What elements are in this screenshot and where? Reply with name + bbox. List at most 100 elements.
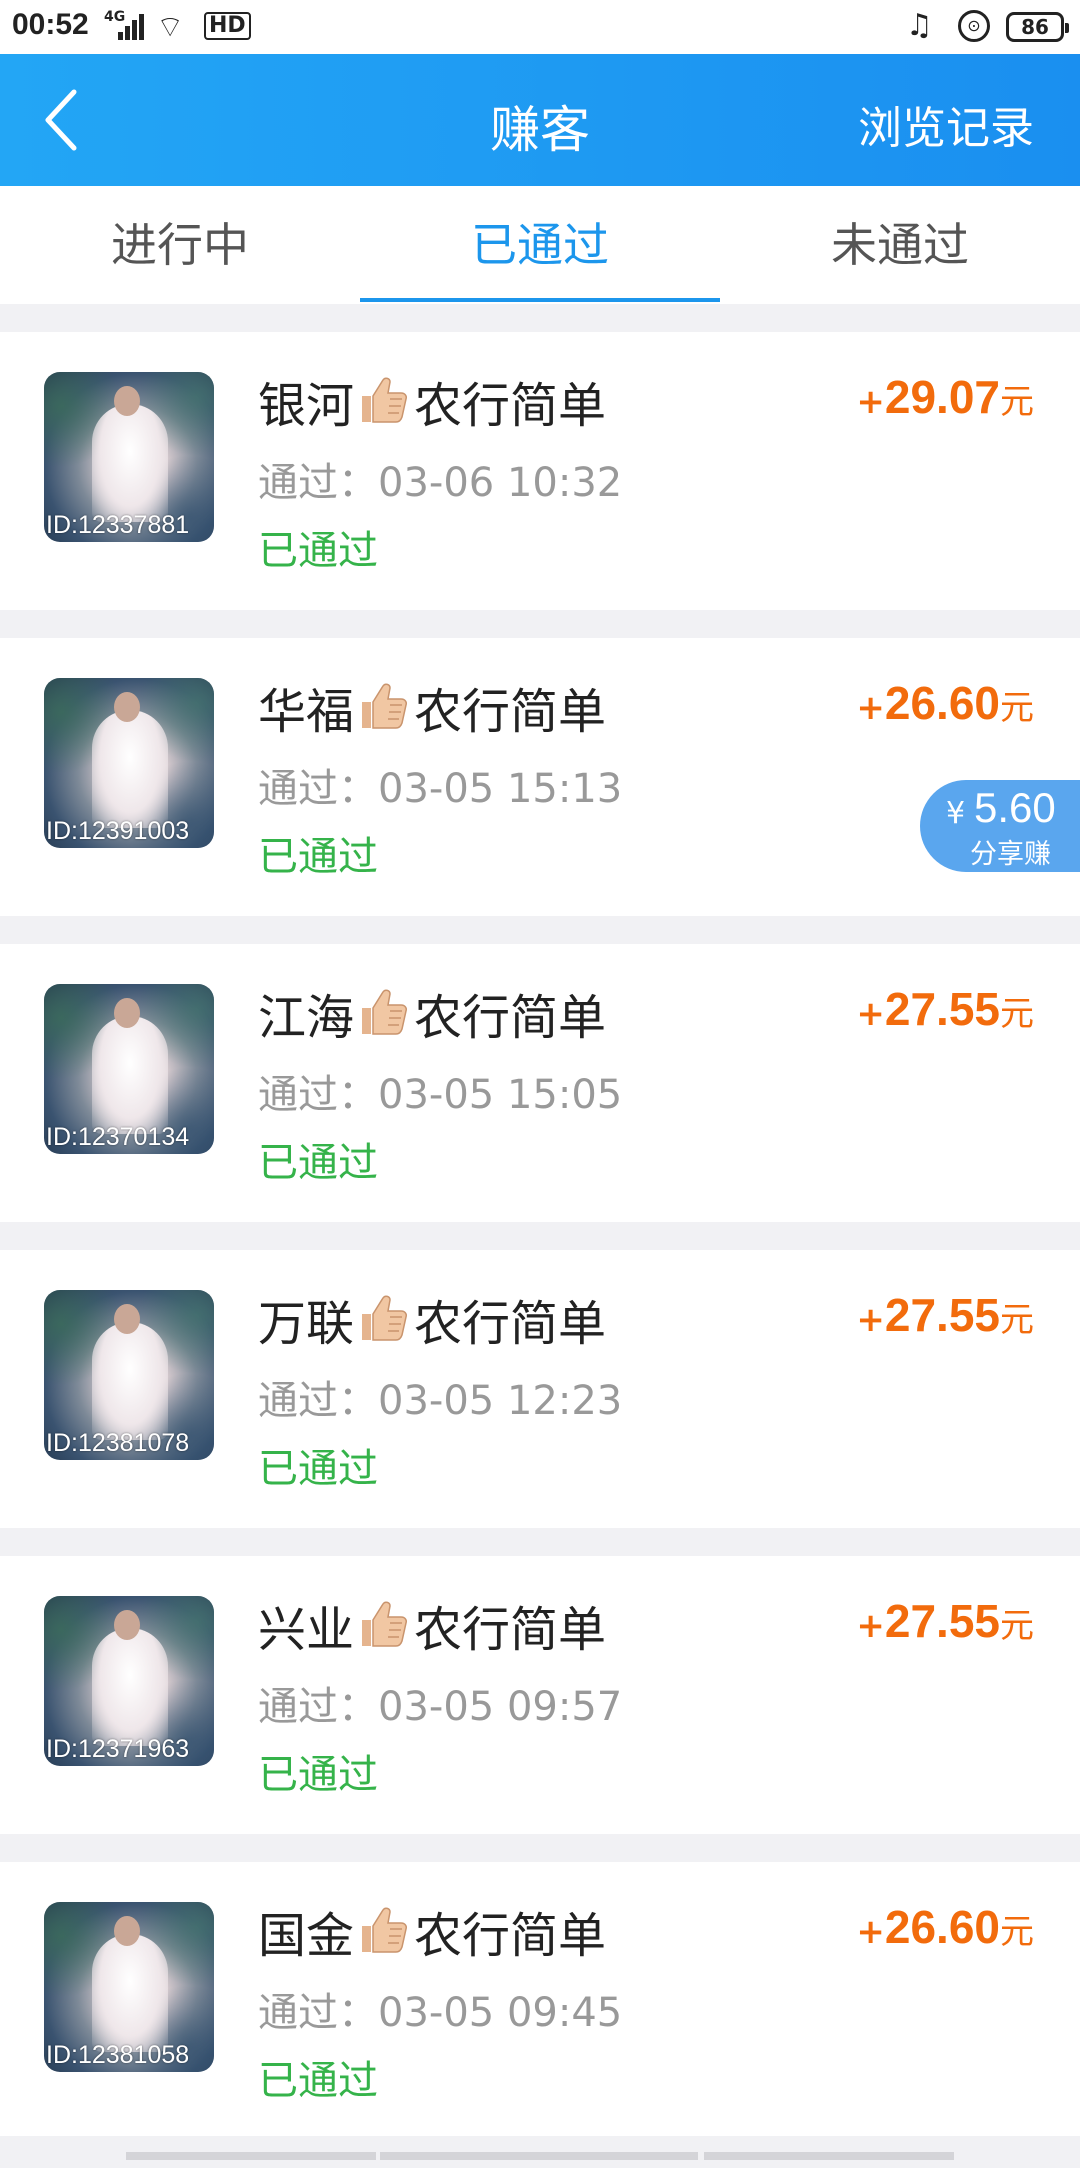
task-thumbnail: ID:12391003: [44, 678, 214, 848]
share-label: 分享赚: [970, 839, 1051, 870]
reward-amount: +29.07元: [856, 370, 1034, 424]
browse-history-button[interactable]: 浏览记录: [858, 92, 1034, 156]
amount-value: 27.55: [884, 983, 1000, 1035]
status-badge: 已通过: [258, 2058, 378, 2104]
share-earn-button[interactable]: ¥ 5.60 分享赚: [920, 780, 1080, 872]
task-card[interactable]: ID:12381058 国金 农行简单 通过：03-05 09:45 已通过 +2…: [0, 1862, 1080, 2140]
reward-amount: +26.60元: [856, 676, 1034, 730]
task-thumbnail: ID:12381078: [44, 1290, 214, 1460]
amount-unit: 元: [1000, 1606, 1034, 1646]
task-name: 银河 农行简单: [258, 366, 606, 440]
task-name-prefix: 江海: [258, 990, 355, 1046]
tab-rejected[interactable]: 未通过: [720, 186, 1080, 304]
task-name-suffix: 农行简单: [414, 1908, 607, 1964]
task-name: 万联 农行简单: [258, 1284, 606, 1358]
task-card[interactable]: ID:12337881 银河 农行简单 通过：03-06 10:32 已通过 +2…: [0, 332, 1080, 610]
approved-time: 通过：03-05 12:23: [258, 1368, 622, 1426]
task-id: ID:12337881: [46, 511, 190, 539]
vibrate-icon: ♫: [906, 8, 933, 43]
share-currency: ¥: [946, 796, 966, 831]
reward-amount: +27.55元: [856, 982, 1034, 1036]
task-name-prefix: 兴业: [258, 1602, 355, 1658]
task-thumbnail: ID:12370134: [44, 984, 214, 1154]
task-name: 国金 农行简单: [258, 1896, 606, 1970]
approved-time: 通过：03-05 15:13: [258, 756, 622, 814]
approved-time-label: 通过：: [258, 1684, 378, 1730]
task-name-prefix: 万联: [258, 1296, 355, 1352]
hd-voice-icon: HD: [204, 12, 251, 40]
task-id: ID:12381078: [46, 1429, 190, 1457]
status-badge: 已通过: [258, 1752, 378, 1798]
amount-value: 29.07: [884, 371, 1000, 423]
task-thumbnail: ID:12337881: [44, 372, 214, 542]
task-name-prefix: 华福: [258, 684, 355, 740]
wifi-icon: ⌔: [156, 10, 185, 45]
amount-sign: +: [856, 688, 885, 728]
task-card[interactable]: ID:12370134 江海 农行简单 通过：03-05 15:05 已通过 +2…: [0, 944, 1080, 1222]
status-badge: 已通过: [258, 1140, 378, 1186]
share-value: 5.60: [974, 784, 1056, 831]
task-name-suffix: 农行简单: [414, 684, 607, 740]
approved-time-label: 通过：: [258, 1990, 378, 2036]
amount-sign: +: [856, 994, 885, 1034]
thumbs-up-icon: [356, 1290, 412, 1358]
tab-in-progress[interactable]: 进行中: [0, 186, 360, 304]
task-name-prefix: 银河: [258, 378, 355, 434]
amount-unit: 元: [1000, 382, 1034, 422]
rotation-lock-icon: ⊙: [958, 10, 990, 42]
task-name-prefix: 国金: [258, 1908, 355, 1964]
approved-time-value: 03-06 10:32: [378, 460, 623, 506]
reward-amount: +26.60元: [856, 1900, 1034, 1954]
approved-time-value: 03-05 15:05: [378, 1072, 623, 1118]
task-id: ID:12391003: [46, 817, 190, 845]
approved-time: 通过：03-06 10:32: [258, 450, 622, 508]
signal-strength-icon: [118, 14, 146, 40]
task-name: 华福 农行简单: [258, 672, 606, 746]
status-badge: 已通过: [258, 528, 378, 574]
status-badge: 已通过: [258, 1446, 378, 1492]
approved-time-value: 03-05 15:13: [378, 766, 623, 812]
approved-time-label: 通过：: [258, 1378, 378, 1424]
active-tab-indicator: [360, 298, 720, 302]
task-id: ID:12371963: [46, 1735, 190, 1763]
amount-sign: +: [856, 382, 885, 422]
tab-approved[interactable]: 已通过: [360, 186, 720, 304]
amount-value: 26.60: [884, 1901, 1000, 1953]
amount-value: 26.60: [884, 677, 1000, 729]
thumbs-up-icon: [356, 678, 412, 746]
amount-unit: 元: [1000, 1300, 1034, 1340]
approved-time: 通过：03-05 09:45: [258, 1980, 622, 2038]
task-list: ID:12337881 银河 农行简单 通过：03-06 10:32 已通过 +2…: [0, 332, 1080, 2168]
task-card[interactable]: ID:12391003 华福 农行简单 通过：03-05 15:13 已通过 +2…: [0, 638, 1080, 916]
task-card[interactable]: ID:12371963 兴业 农行简单 通过：03-05 09:57 已通过 +2…: [0, 1556, 1080, 1834]
thumbs-up-icon: [356, 1902, 412, 1970]
reward-amount: +27.55元: [856, 1594, 1034, 1648]
header-bar: 赚客 浏览记录: [0, 54, 1080, 186]
thumbs-up-icon: [356, 1596, 412, 1664]
task-thumbnail: ID:12381058: [44, 1902, 214, 2072]
approved-time-value: 03-05 09:45: [378, 1990, 623, 2036]
task-card[interactable]: ID:12381078 万联 农行简单 通过：03-05 12:23 已通过 +2…: [0, 1250, 1080, 1528]
status-time: 00:52: [12, 8, 89, 41]
status-bar: 00:52 4G ⌔ HD ♫ ⊙ 86: [0, 0, 1080, 54]
task-id: ID:12381058: [46, 2041, 190, 2069]
approved-time-label: 通过：: [258, 460, 378, 506]
task-name: 江海 农行简单: [258, 978, 606, 1052]
list-footer: [0, 2136, 1080, 2160]
task-name-suffix: 农行简单: [414, 1602, 607, 1658]
approved-time-label: 通过：: [258, 766, 378, 812]
amount-value: 27.55: [884, 1595, 1000, 1647]
approved-time: 通过：03-05 15:05: [258, 1062, 622, 1120]
task-thumbnail: ID:12371963: [44, 1596, 214, 1766]
amount-value: 27.55: [884, 1289, 1000, 1341]
status-badge: 已通过: [258, 834, 378, 880]
thumbs-up-icon: [356, 372, 412, 440]
task-id: ID:12370134: [46, 1123, 190, 1151]
amount-unit: 元: [1000, 1912, 1034, 1952]
task-name-suffix: 农行简单: [414, 378, 607, 434]
approved-time-value: 03-05 12:23: [378, 1378, 623, 1424]
battery-icon: 86: [1006, 12, 1069, 42]
amount-sign: +: [856, 1912, 885, 1952]
thumbs-up-icon: [356, 984, 412, 1052]
approved-time-label: 通过：: [258, 1072, 378, 1118]
